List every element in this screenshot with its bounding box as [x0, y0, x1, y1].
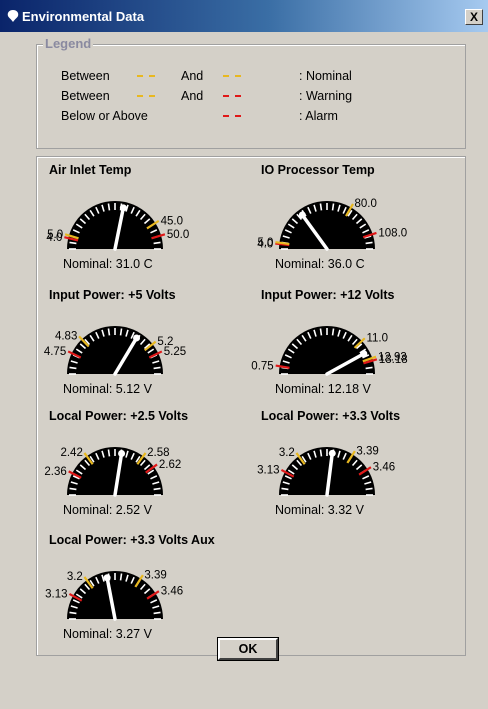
- gauge-local-power-3-3v-aux: 3.13 3.2 3.39 3.46 Local Power: +3.3 Volts …: [37, 533, 242, 651]
- gauge-tick: [153, 366, 161, 370]
- gauge-tick: [153, 241, 161, 245]
- threshold-label: 50.0: [167, 229, 189, 241]
- gauge-tick: [365, 366, 373, 370]
- threshold-label: 45.0: [161, 215, 183, 227]
- gauge-nominal: Nominal: 5.12 V: [63, 382, 152, 396]
- gauge-needle-tip: [119, 204, 127, 212]
- gauge-input-power-12v: 0.75 11.0 12.93 13.18 Input Power: +12 Volt…: [249, 288, 454, 406]
- threshold-label: 4.83: [55, 331, 77, 343]
- gauge-needle-tip: [118, 450, 126, 458]
- legend-condition: Between: [61, 69, 110, 83]
- gauge-nominal: Nominal: 3.32 V: [275, 503, 364, 517]
- close-button[interactable]: X: [465, 9, 483, 25]
- threshold-label: 3.13: [45, 588, 67, 600]
- nominal-dash-swatch: [223, 75, 241, 77]
- ok-button[interactable]: OK: [217, 637, 279, 661]
- threshold-label: 3.39: [144, 569, 166, 581]
- gauge-tick: [69, 487, 77, 491]
- gauge-nominal: Nominal: 2.52 V: [63, 503, 152, 517]
- gauge-tick: [331, 328, 335, 336]
- gauge-needle-tip: [360, 350, 368, 358]
- gauge-title: Local Power: +3.3 Volts Aux: [49, 533, 215, 547]
- gauge-panel: 4.0 5.0 45.0 50.0 Air Inlet Temp Nominal: 3…: [36, 156, 466, 656]
- gauge-io-processor-temp: 4.0 5.0 80.0 108.0 IO Processor Temp Nomina…: [249, 163, 454, 281]
- threshold-label: 108.0: [378, 228, 407, 240]
- dialog-client: Legend Between And : Nominal Between And…: [8, 32, 480, 703]
- app-icon: [7, 10, 19, 22]
- legend-result: : Warning: [299, 89, 353, 103]
- gauge-input-power-5v: 4.75 4.83 5.2 5.25 Input Power: +5 Volts No…: [37, 288, 242, 406]
- gauge-tick: [107, 328, 111, 336]
- gauge-tick: [319, 328, 323, 336]
- gauge-title: IO Processor Temp: [261, 163, 375, 177]
- threshold-label: 3.46: [373, 462, 395, 474]
- legend-conjunction: And: [181, 69, 204, 83]
- gauge-title: Input Power: +12 Volts: [261, 288, 395, 302]
- threshold-label: 3.39: [356, 445, 378, 457]
- threshold-label: 13.18: [379, 354, 408, 366]
- legend-row-warning: Between And : Warning: [37, 89, 467, 107]
- threshold-label: 80.0: [355, 198, 377, 210]
- threshold-label: 11.0: [366, 333, 388, 345]
- threshold-label: 5.0: [257, 237, 273, 249]
- legend-row-nominal: Between And : Nominal: [37, 69, 467, 87]
- legend-result: : Nominal: [299, 69, 352, 83]
- gauge-title: Air Inlet Temp: [49, 163, 132, 177]
- title-bar: Environmental Data X: [0, 0, 488, 32]
- legend-row-alarm: Below or Above : Alarm: [37, 109, 467, 127]
- legend-group: Legend Between And : Nominal Between And…: [36, 36, 467, 149]
- gauge-tick: [331, 203, 335, 211]
- gauge-tick: [153, 611, 161, 615]
- legend-title: Legend: [43, 36, 94, 51]
- legend-condition: Below or Above: [61, 109, 148, 123]
- gauge-tick: [69, 241, 77, 245]
- gauge-tick: [365, 241, 373, 245]
- legend-result: : Alarm: [299, 109, 338, 123]
- gauge-tick: [365, 487, 373, 491]
- nominal-dash-swatch: [137, 75, 155, 77]
- gauge-air-inlet-temp: 4.0 5.0 45.0 50.0 Air Inlet Temp Nominal: 3…: [37, 163, 242, 281]
- threshold-label: 0.75: [251, 360, 273, 372]
- gauge-tick: [319, 203, 323, 211]
- threshold-label: 3.2: [67, 571, 83, 583]
- threshold-label: 2.42: [60, 447, 82, 459]
- gauge-tick: [119, 328, 123, 336]
- threshold-label: 2.62: [159, 459, 181, 471]
- legend-condition: Between: [61, 89, 110, 103]
- alarm-dash-swatch: [223, 115, 241, 117]
- gauge-needle-tip: [298, 211, 306, 219]
- gauge-local-power-3-3v: 3.13 3.2 3.39 3.46 Local Power: +3.3 Volts …: [249, 409, 454, 527]
- gauge-title: Local Power: +3.3 Volts: [261, 409, 401, 423]
- threshold-label: 2.36: [44, 466, 66, 478]
- threshold-label: 3.46: [161, 586, 183, 598]
- gauge-nominal: Nominal: 3.27 V: [63, 627, 152, 641]
- gauge-nominal: Nominal: 12.18 V: [275, 382, 371, 396]
- gauge-tick: [69, 366, 77, 370]
- gauge-tick: [107, 449, 111, 457]
- gauge-nominal: Nominal: 31.0 C: [63, 257, 153, 271]
- gauge-nominal: Nominal: 36.0 C: [275, 257, 365, 271]
- gauge-title: Local Power: +2.5 Volts: [49, 409, 189, 423]
- window-title: Environmental Data: [22, 9, 145, 24]
- gauge-needle-tip: [133, 334, 141, 342]
- gauge-tick: [281, 487, 289, 491]
- gauge-tick: [119, 573, 123, 581]
- threshold-label: 2.58: [147, 447, 169, 459]
- gauge-tick: [69, 611, 77, 615]
- gauge-local-power-2-5v: 2.36 2.42 2.58 2.62 Local Power: +2.5 Volts…: [37, 409, 242, 527]
- threshold-label: 4.75: [44, 346, 66, 358]
- gauge-title: Input Power: +5 Volts: [49, 288, 176, 302]
- gauge-tick: [107, 203, 111, 211]
- threshold-label: 3.13: [257, 464, 279, 476]
- gauge-tick: [319, 449, 323, 457]
- nominal-dash-swatch: [137, 95, 155, 97]
- threshold-label: 5.0: [47, 229, 63, 241]
- gauge-tick: [153, 487, 161, 491]
- legend-conjunction: And: [181, 89, 204, 103]
- gauge-needle-tip: [103, 574, 111, 582]
- threshold-label: 5.25: [164, 346, 186, 358]
- threshold-label: 3.2: [279, 447, 295, 459]
- warning-dash-swatch: [223, 95, 241, 97]
- gauge-needle-tip: [328, 449, 336, 457]
